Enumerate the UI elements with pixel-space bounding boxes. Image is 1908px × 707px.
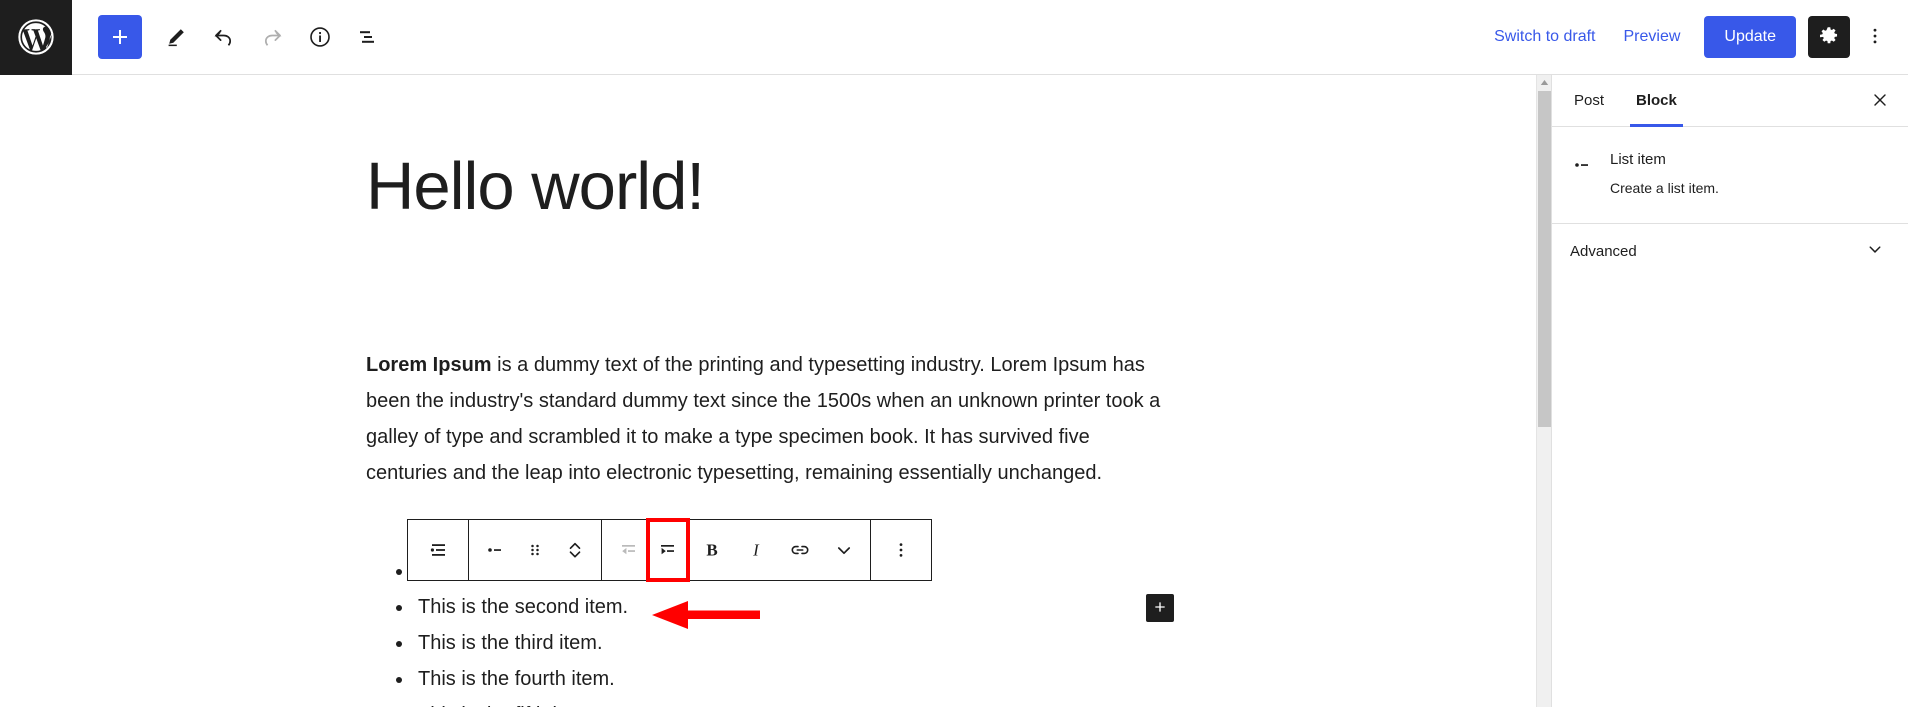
triangle-up-icon (1540, 75, 1549, 91)
scrollbar-up-arrow-button[interactable] (1537, 75, 1551, 89)
change-block-type-button[interactable] (414, 520, 462, 580)
canvas-vertical-scrollbar[interactable] (1536, 75, 1551, 707)
undo-button[interactable] (200, 13, 248, 61)
list-item-type-button[interactable] (475, 520, 515, 580)
drag-dots-icon (523, 538, 547, 562)
undo-arrow-icon (211, 24, 237, 50)
chevron-down-icon (832, 538, 856, 562)
drag-handle-button[interactable] (515, 520, 555, 580)
info-circle-icon (307, 24, 333, 50)
block-toolbar-group-options (870, 520, 931, 580)
link-icon (788, 538, 812, 562)
more-rich-text-button[interactable] (824, 520, 864, 580)
update-button[interactable]: Update (1704, 16, 1796, 58)
bold-button[interactable]: B (688, 520, 736, 580)
close-icon (1870, 90, 1890, 113)
block-card: List item Create a list item. (1552, 127, 1908, 224)
switch-to-draft-button[interactable]: Switch to draft (1480, 20, 1609, 54)
list-item-icon (483, 538, 507, 562)
block-toolbar-group-type (408, 520, 468, 580)
link-button[interactable] (776, 520, 824, 580)
close-sidebar-button[interactable] (1862, 83, 1898, 119)
wordpress-logo-icon (17, 18, 55, 56)
chevron-down-icon (1864, 238, 1886, 265)
block-toolbar-group-format: B I (601, 518, 870, 582)
scrollbar-thumb[interactable] (1538, 91, 1551, 427)
block-card-description: Create a list item. (1610, 180, 1719, 196)
add-block-button[interactable] (98, 15, 142, 59)
plus-icon (1152, 599, 1168, 618)
block-options-button[interactable] (877, 520, 925, 580)
panel-advanced-label: Advanced (1570, 243, 1637, 261)
block-toolbar-group-move (468, 520, 601, 580)
list-item[interactable]: This is the second item. (396, 589, 1196, 625)
bold-icon: B (700, 538, 724, 562)
settings-sidebar: Post Block List item Create a list item.… (1551, 75, 1908, 707)
block-card-icon-wrap (1570, 149, 1594, 182)
block-card-text: List item Create a list item. (1610, 149, 1719, 199)
gear-icon (1818, 25, 1840, 50)
details-button[interactable] (296, 13, 344, 61)
svg-text:I: I (752, 541, 760, 560)
settings-button[interactable] (1808, 16, 1850, 58)
list-item[interactable]: This is the fourth item. (396, 661, 1196, 697)
list-view-icon (356, 25, 380, 49)
tools-button[interactable] (152, 13, 200, 61)
three-dots-vertical-icon (1864, 25, 1886, 50)
document-overview-button[interactable] (344, 13, 392, 61)
page-title[interactable]: Hello world! (366, 150, 705, 224)
plus-icon (108, 25, 132, 49)
redo-arrow-icon (259, 24, 285, 50)
indent-icon (656, 538, 680, 562)
list-item[interactable]: This is the third item. (396, 625, 1196, 661)
svg-text:B: B (706, 541, 717, 560)
italic-icon: I (744, 538, 768, 562)
chevron-updown-icon (563, 538, 587, 562)
editor-header: Switch to draft Preview Update (0, 0, 1908, 75)
tab-post[interactable]: Post (1558, 75, 1620, 126)
panel-advanced[interactable]: Advanced (1552, 224, 1908, 280)
block-toolbar: B I (407, 518, 932, 582)
preview-button[interactable]: Preview (1610, 20, 1695, 54)
sidebar-tabs: Post Block (1552, 75, 1908, 127)
paragraph-block[interactable]: Lorem Ipsum is a dummy text of the print… (366, 347, 1166, 491)
outdent-button[interactable] (608, 520, 648, 580)
more-options-button[interactable] (1854, 16, 1896, 58)
list-item-icon (1570, 153, 1594, 182)
inline-add-block-button[interactable] (1146, 594, 1174, 622)
post-canvas[interactable]: Hello world! Lorem Ipsum is a dummy text… (0, 75, 1551, 707)
block-card-title: List item (1610, 151, 1666, 168)
tab-block[interactable]: Block (1620, 75, 1693, 127)
outdent-icon (616, 538, 640, 562)
indent-button[interactable] (646, 518, 690, 582)
header-left-toolbar (98, 13, 392, 61)
editor-body: Hello world! Lorem Ipsum is a dummy text… (0, 75, 1908, 707)
italic-button[interactable]: I (736, 520, 776, 580)
redo-button[interactable] (248, 13, 296, 61)
header-right-toolbar: Switch to draft Preview Update (1480, 16, 1908, 58)
move-updown-button[interactable] (555, 520, 595, 580)
pencil-icon (164, 25, 188, 49)
list-block-icon (426, 538, 450, 562)
wordpress-logo[interactable] (0, 0, 72, 75)
list-item[interactable]: This is the fifth item. (396, 697, 1196, 707)
three-dots-vertical-icon (890, 539, 912, 561)
paragraph-lead-text: Lorem Ipsum (366, 354, 492, 376)
